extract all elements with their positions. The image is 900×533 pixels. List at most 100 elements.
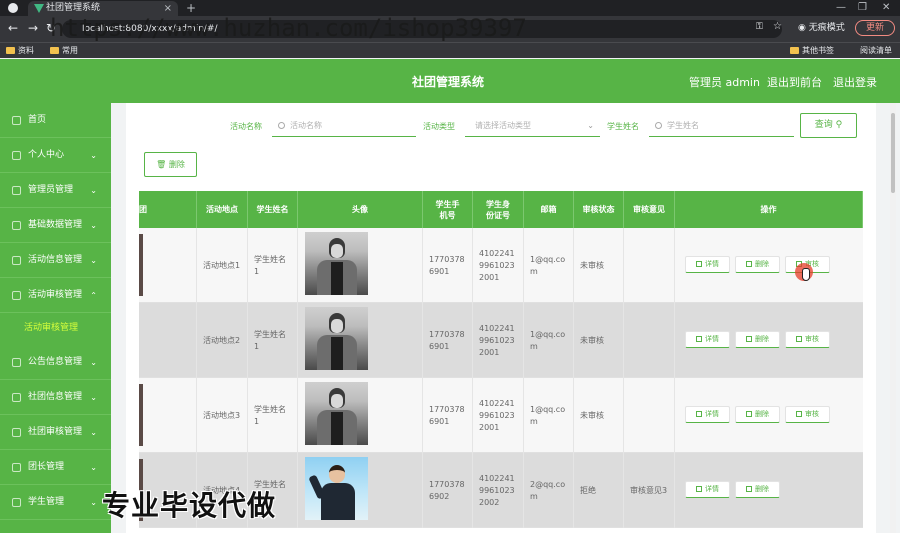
trash-icon [746, 486, 752, 492]
sidebar-item-students[interactable]: 学生管理 ⌄ [0, 485, 111, 520]
chevron-down-icon: ⌄ [90, 186, 97, 195]
avatar[interactable] [305, 232, 368, 295]
sidebar-subitem-activity-review[interactable]: 活动审核管理 [0, 313, 111, 343]
delete-button[interactable]: 删除 [735, 331, 780, 348]
column-header: 学生身份证号 [473, 191, 524, 228]
app-title: 社团管理系统 [412, 75, 485, 89]
review-button[interactable]: 审核 [785, 406, 830, 423]
close-window-icon[interactable]: ✕ [882, 0, 890, 16]
sidebar-item-basic-data[interactable]: 基础数据管理 ⌄ [0, 208, 111, 243]
detail-button[interactable]: 详情 [685, 331, 730, 348]
sidebar-item-club-review[interactable]: 社团审核管理 ⌄ [0, 415, 111, 450]
scrollbar-thumb[interactable] [891, 113, 895, 193]
student-icon [12, 498, 21, 507]
minimize-icon[interactable]: — [836, 0, 846, 16]
trash-icon [746, 336, 752, 342]
trash-icon [746, 261, 752, 267]
sidebar-item-label: 社团信息管理 [28, 392, 83, 402]
table-header: 团 活动地点 学生姓名 头像 学生手机号 学生身份证号 邮箱 审核状态 审核意见… [139, 191, 863, 228]
sidebar-item-activity-info[interactable]: 活动信息管理 ⌄ [0, 243, 111, 278]
sidebar-item-admins[interactable]: 管理员管理 ⌄ [0, 173, 111, 208]
avatar[interactable] [305, 457, 368, 520]
sidebar-item-label: 学生管理 [28, 497, 65, 507]
mouse-cursor [795, 263, 815, 287]
avatar[interactable] [305, 382, 368, 445]
table-cell [139, 228, 197, 303]
back-icon[interactable]: ← [8, 21, 18, 35]
avatar[interactable] [305, 307, 368, 370]
detail-button[interactable]: 详情 [685, 481, 730, 498]
bookmark-label: 常用 [62, 46, 78, 55]
table-cell: 410224199610232001 [473, 303, 524, 378]
thumbs-up-icon [796, 411, 802, 417]
table-cell [624, 303, 675, 378]
detail-icon [696, 411, 702, 417]
bookmark-folder-1[interactable]: 资料 [6, 44, 34, 58]
maximize-icon[interactable]: ❐ [858, 0, 867, 16]
delete-button[interactable]: 删除 [735, 481, 780, 498]
reading-list[interactable]: 阅读清单 [848, 44, 892, 58]
sidebar-item-profile[interactable]: 个人中心 ⌄ [0, 138, 111, 173]
bookmark-other[interactable]: 其他书签 [790, 44, 834, 58]
table-cell: 活动地点3 [197, 378, 248, 453]
table-cell: 学生姓名1 [248, 378, 298, 453]
back-to-front-link[interactable]: 退出到前台 [767, 74, 822, 90]
column-header: 邮箱 [524, 191, 574, 228]
delete-label: 删除 [168, 160, 185, 169]
key-icon[interactable]: ⚿ [756, 22, 763, 32]
review-button[interactable]: 审核 [785, 331, 830, 348]
hand-cursor-icon [802, 268, 810, 281]
table-cell: 17703786902 [423, 453, 473, 528]
table-cell: 审核意见3 [624, 453, 675, 528]
table-cell [139, 303, 197, 378]
update-button[interactable]: 更新 [855, 20, 895, 36]
sidebar-item-home[interactable]: 首页 [0, 103, 111, 138]
activity-name-input[interactable]: 活动名称 [272, 114, 416, 137]
vue-icon [34, 4, 44, 13]
table-cell: 活动地点1 [197, 228, 248, 303]
club-icon [12, 393, 21, 402]
chevron-down-icon: ⌄ [90, 221, 97, 230]
logout-link[interactable]: 退出登录 [833, 74, 877, 90]
trash-icon: 🗑︎ [156, 160, 169, 169]
action-label: 详情 [705, 410, 719, 418]
table-cell [139, 378, 197, 453]
action-label: 详情 [705, 485, 719, 493]
action-label: 删除 [755, 260, 769, 268]
table-cell: 拒绝 [574, 453, 624, 528]
column-header: 团 [139, 191, 197, 228]
forward-icon[interactable]: → [28, 21, 38, 35]
action-label: 详情 [705, 260, 719, 268]
table-cell: 17703786901 [423, 378, 473, 453]
page-scrollbar[interactable] [890, 103, 896, 533]
sidebar-item-activity-review[interactable]: 活动审核管理 ⌃ [0, 278, 111, 313]
query-button[interactable]: 查询 ⚲ [800, 113, 857, 138]
table-row: 活动地点1 学生姓名1 17703786901 4102241996102320… [139, 228, 863, 303]
home-icon [12, 116, 21, 125]
detail-button[interactable]: 详情 [685, 256, 730, 273]
sidebar-item-label: 首页 [28, 115, 47, 125]
user-icon [12, 151, 21, 160]
detail-button[interactable]: 详情 [685, 406, 730, 423]
table-cell: 学生姓名1 [248, 228, 298, 303]
sidebar-item-club-info[interactable]: 社团信息管理 ⌄ [0, 380, 111, 415]
sidebar-item-label: 活动审核管理 [28, 290, 83, 300]
star-icon[interactable]: ☆ [773, 21, 782, 32]
student-name-input[interactable]: 学生姓名 [649, 114, 794, 137]
table-cell: 未审核 [574, 228, 624, 303]
sidebar-item-leader[interactable]: 团长管理 ⌄ [0, 450, 111, 485]
admin-icon [12, 186, 21, 195]
activity-type-select[interactable]: 请选择活动类型 ⌄ [465, 114, 600, 137]
chevron-down-icon: ⌄ [90, 256, 97, 265]
bookmark-label: 其他书签 [802, 46, 834, 55]
table-cell: 1@qq.com [524, 378, 574, 453]
delete-button[interactable]: 删除 [735, 406, 780, 423]
bookmark-label: 资料 [18, 46, 34, 55]
batch-delete-button[interactable]: 🗑︎ 删除 [144, 152, 197, 177]
incognito-indicator: ◉ 无痕模式 [798, 20, 845, 33]
bookmark-folder-2[interactable]: 常用 [50, 44, 78, 58]
sidebar-item-notice[interactable]: 公告信息管理 ⌄ [0, 345, 111, 380]
delete-button[interactable]: 删除 [735, 256, 780, 273]
reading-list-label: 阅读清单 [860, 46, 892, 55]
thumbs-up-icon [796, 336, 802, 342]
